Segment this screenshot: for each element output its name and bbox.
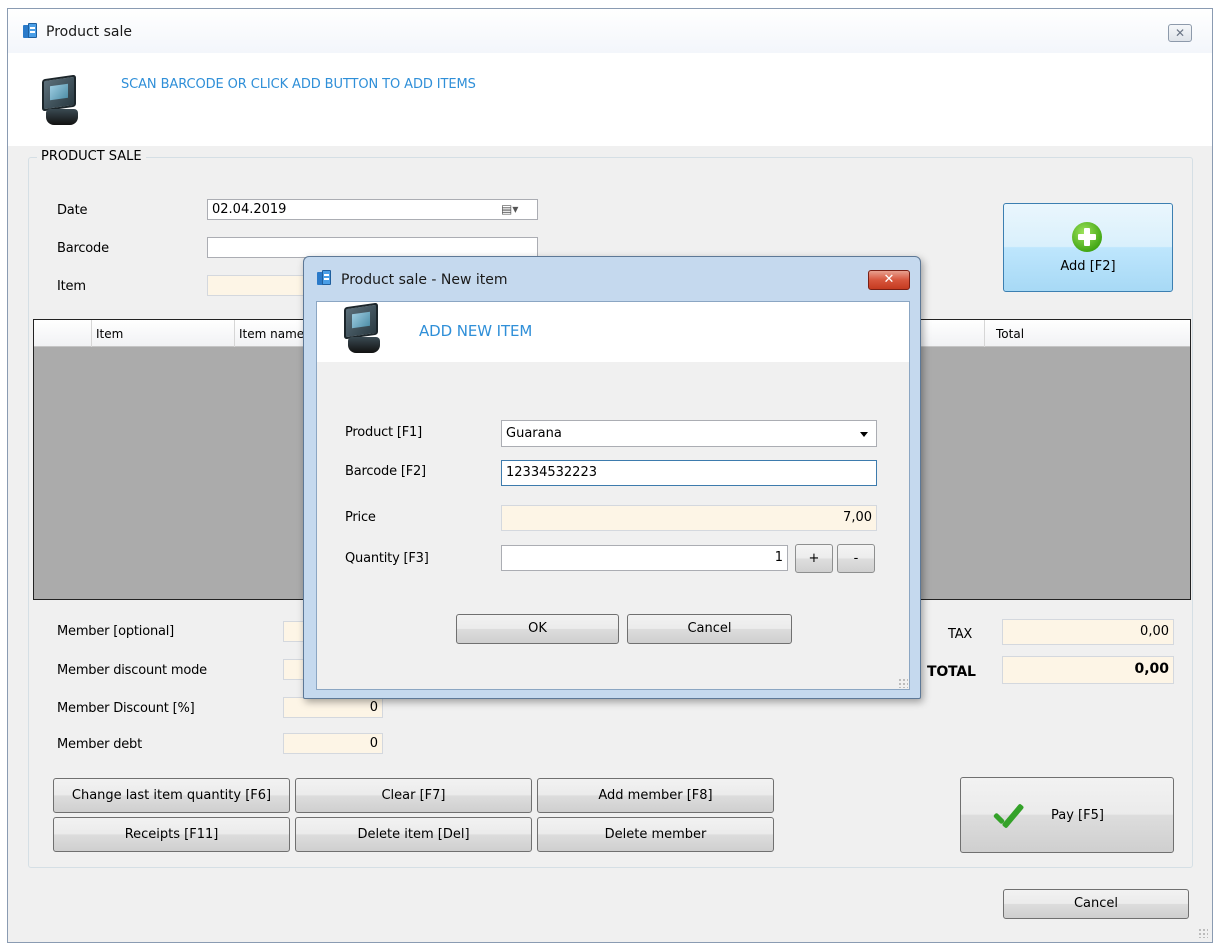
member-discount-label: Member Discount [%] (57, 701, 195, 716)
calendar-dropdown-icon[interactable]: ▤▾ (501, 202, 518, 216)
dialog-resize-grip[interactable] (898, 678, 908, 688)
green-plus-icon (1072, 222, 1102, 252)
date-value: 02.04.2019 (212, 202, 287, 217)
tax-field: 0,00 (1002, 619, 1174, 645)
main-cancel-button[interactable]: Cancel (1003, 889, 1189, 919)
pay-label: Pay [F5] (1051, 808, 1104, 823)
window-resize-grip[interactable] (1198, 928, 1208, 938)
member-discount-field: 0 (283, 697, 383, 718)
window-close-button[interactable]: ✕ (1168, 24, 1192, 42)
dialog-cancel-button[interactable]: Cancel (627, 614, 792, 644)
add-member-button[interactable]: Add member [F8] (537, 778, 774, 813)
pos-terminal-icon (38, 74, 84, 129)
member-discount-mode-label: Member discount mode (57, 663, 207, 678)
barcode-input[interactable] (207, 237, 538, 258)
total-field: 0,00 (1002, 656, 1174, 684)
tax-label: TAX (948, 627, 973, 642)
chevron-down-icon[interactable] (860, 432, 868, 437)
dialog-header: ADD NEW ITEM (317, 302, 909, 362)
app-window-icon (23, 23, 38, 40)
dialog-body: ADD NEW ITEM Product [F1] Guarana Barcod… (316, 301, 910, 690)
product-value: Guarana (506, 426, 562, 441)
dialog-pos-terminal-icon (340, 302, 386, 357)
change-last-item-quantity-button[interactable]: Change last item quantity [F6] (53, 778, 290, 813)
dialog-ok-button[interactable]: OK (456, 614, 619, 644)
dialog-title: Product sale - New item (341, 272, 508, 288)
dialog-barcode-input[interactable]: 12334532223 (501, 460, 877, 486)
column-total[interactable]: Total (996, 327, 1024, 341)
dialog-app-icon (317, 270, 332, 287)
price-field: 7,00 (501, 505, 877, 531)
quantity-input[interactable]: 1 (501, 545, 788, 571)
column-item-name[interactable]: Item name (239, 327, 304, 341)
dialog-close-button[interactable]: ✕ (868, 270, 910, 290)
quantity-label: Quantity [F3] (345, 551, 429, 566)
new-item-dialog: Product sale - New item ✕ ADD NEW ITEM P… (303, 256, 921, 699)
pay-button[interactable]: Pay [F5] (960, 777, 1174, 853)
window-title: Product sale (46, 24, 132, 40)
green-check-icon (989, 806, 1029, 834)
total-label: TOTAL (927, 664, 976, 680)
date-label: Date (57, 203, 88, 218)
date-picker[interactable]: 02.04.2019 ▤▾ (207, 199, 538, 220)
header-banner: SCAN BARCODE OR CLICK ADD BUTTON TO ADD … (8, 53, 1212, 146)
product-select[interactable]: Guarana (501, 420, 877, 447)
quantity-decrease-button[interactable]: - (837, 544, 875, 573)
product-label: Product [F1] (345, 425, 422, 440)
member-debt-field: 0 (283, 733, 383, 754)
header-instruction: SCAN BARCODE OR CLICK ADD BUTTON TO ADD … (121, 77, 476, 92)
dialog-barcode-label: Barcode [F2] (345, 464, 426, 479)
column-item[interactable]: Item (96, 327, 123, 341)
delete-member-button[interactable]: Delete member (537, 817, 774, 852)
quantity-increase-button[interactable]: + (795, 544, 833, 573)
add-item-button[interactable]: Add [F2] (1003, 203, 1173, 292)
group-title: PRODUCT SALE (37, 149, 146, 164)
member-label: Member [optional] (57, 624, 175, 639)
add-item-label: Add [F2] (1060, 259, 1116, 274)
clear-button[interactable]: Clear [F7] (295, 778, 532, 813)
delete-item-button[interactable]: Delete item [Del] (295, 817, 532, 852)
price-label: Price (345, 510, 376, 525)
member-debt-label: Member debt (57, 737, 143, 752)
dialog-header-title: ADD NEW ITEM (419, 322, 533, 340)
title-bar: Product sale ✕ (8, 9, 1212, 53)
item-label: Item (57, 279, 86, 294)
barcode-label: Barcode (57, 241, 109, 256)
receipts-button[interactable]: Receipts [F11] (53, 817, 290, 852)
